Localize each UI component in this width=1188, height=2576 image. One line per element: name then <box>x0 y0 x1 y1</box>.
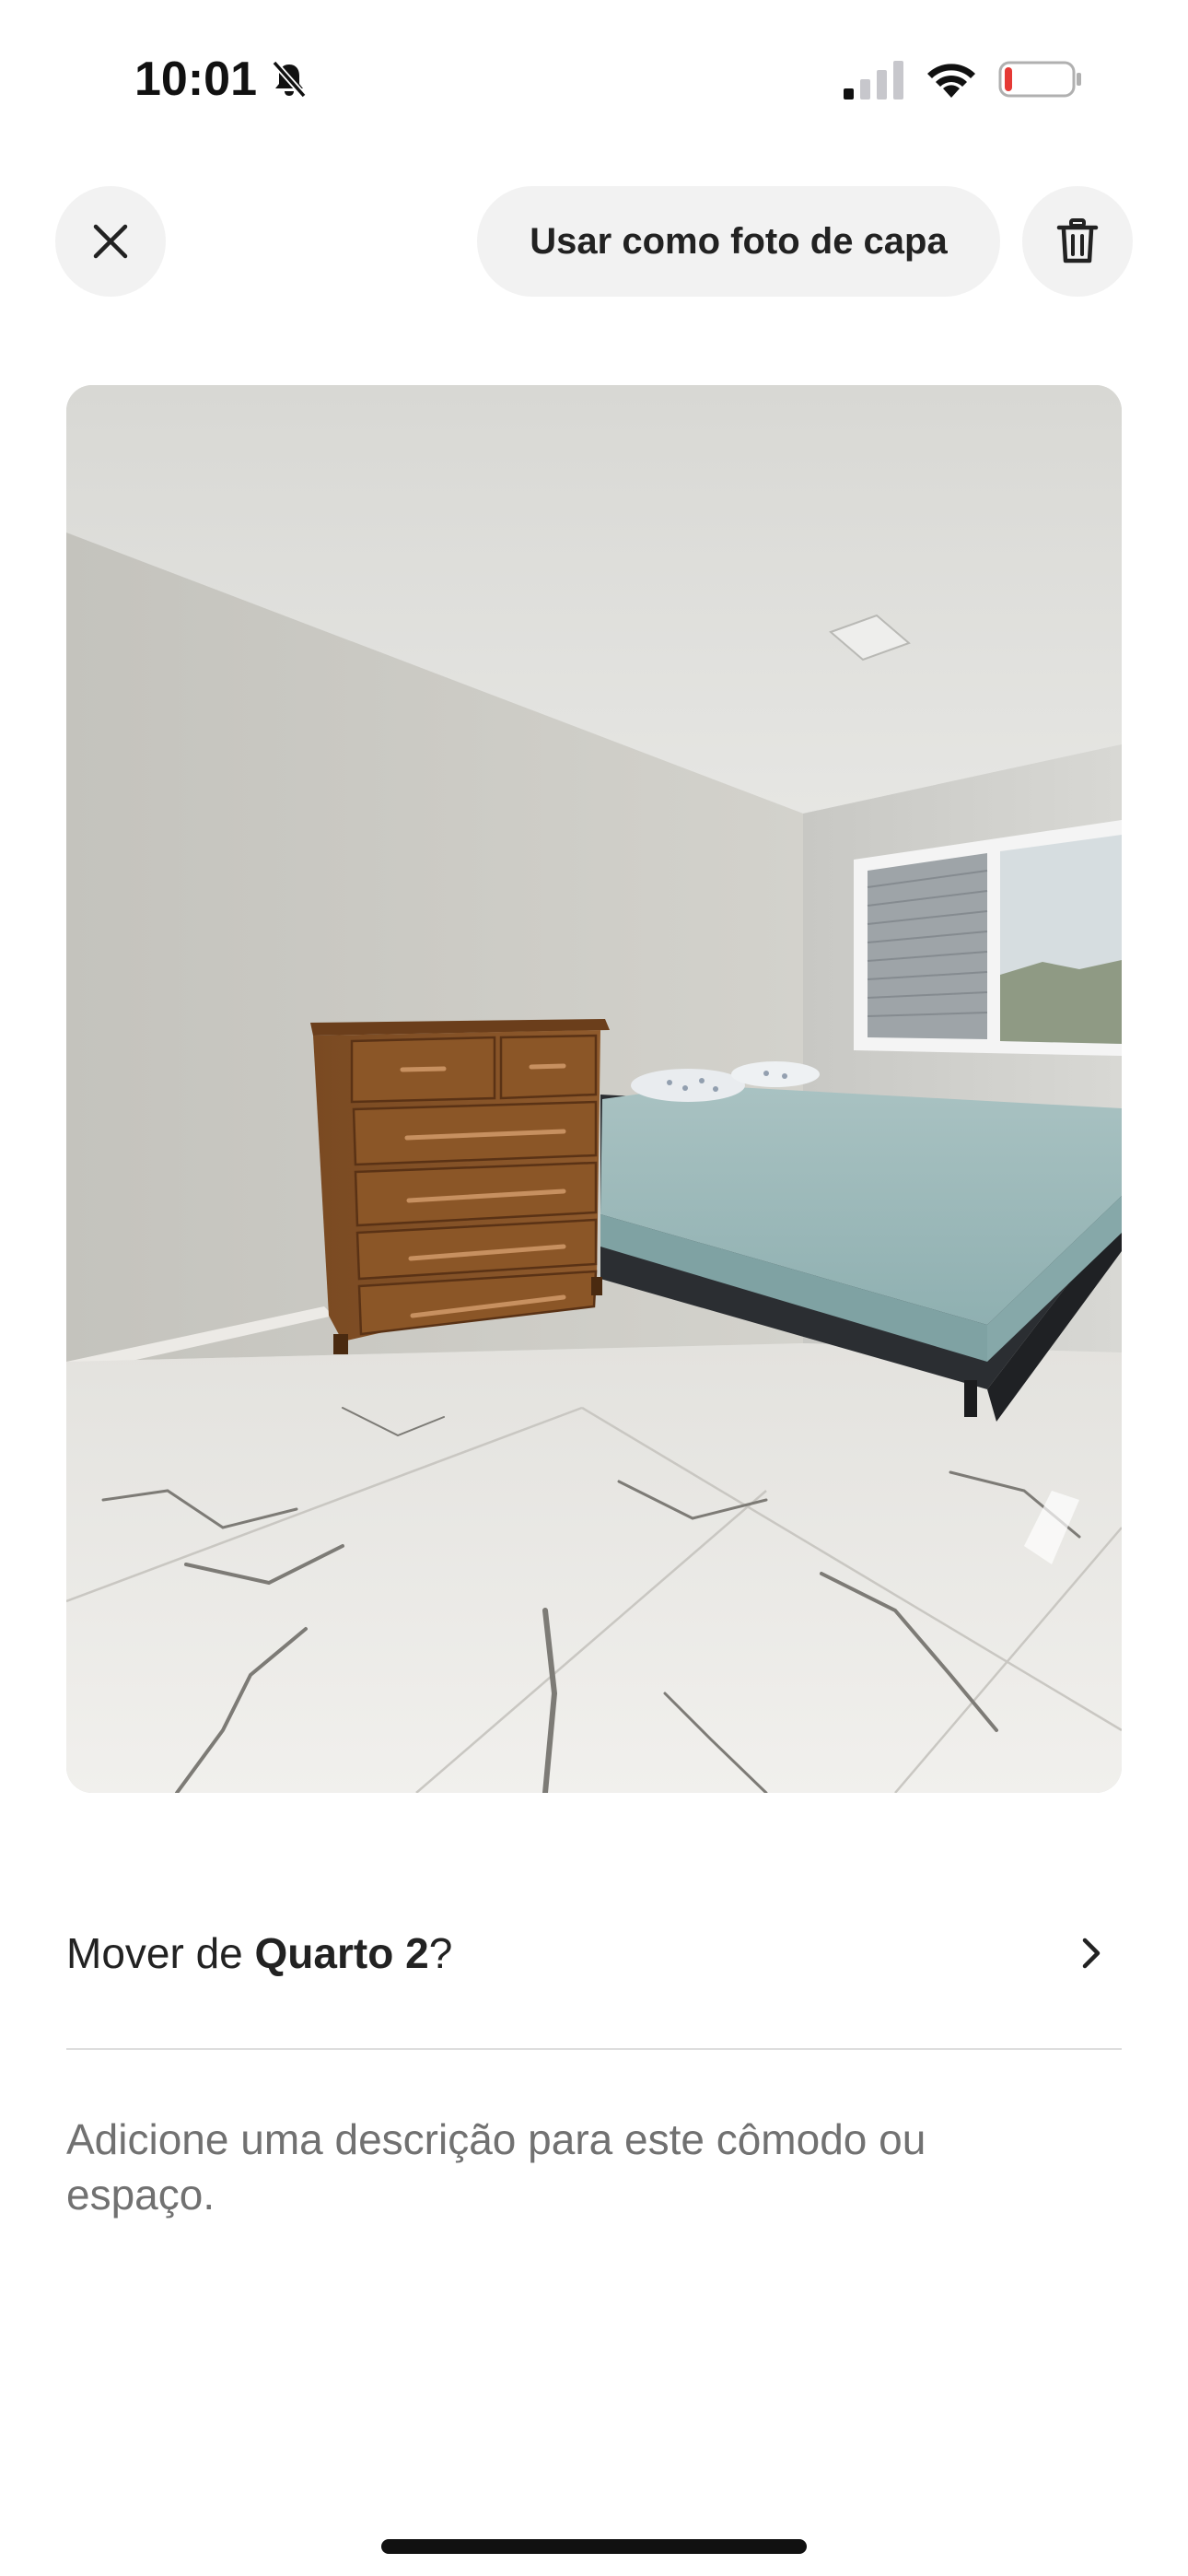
move-room-suffix: ? <box>428 1929 453 1977</box>
cellular-signal-icon <box>844 61 903 100</box>
status-time: 10:01 <box>134 53 257 106</box>
bell-slash-icon <box>272 60 307 99</box>
bedroom-photo <box>66 385 1122 1793</box>
close-icon <box>93 224 128 259</box>
description-input[interactable]: Adicione uma descrição para este cômodo … <box>66 2112 987 2222</box>
move-room-row[interactable]: Mover de Quarto 2? <box>66 1907 1122 1999</box>
divider <box>66 2048 1122 2050</box>
move-room-label: Mover de Quarto 2? <box>66 1928 452 1978</box>
status-bar: 10:01 <box>0 0 1188 157</box>
move-room-prefix: Mover de <box>66 1929 255 1977</box>
bedroom-photo-illustration <box>66 385 1122 1793</box>
battery-low-icon <box>998 61 1081 98</box>
home-indicator[interactable] <box>381 2539 807 2554</box>
close-button[interactable] <box>55 186 166 297</box>
use-as-cover-photo-button[interactable]: Usar como foto de capa <box>477 186 1000 297</box>
chevron-right-icon <box>1082 1938 1101 1969</box>
delete-photo-button[interactable] <box>1022 186 1133 297</box>
current-room-name: Quarto 2 <box>254 1929 429 1977</box>
wifi-icon <box>927 64 975 98</box>
trash-icon <box>1056 218 1099 263</box>
